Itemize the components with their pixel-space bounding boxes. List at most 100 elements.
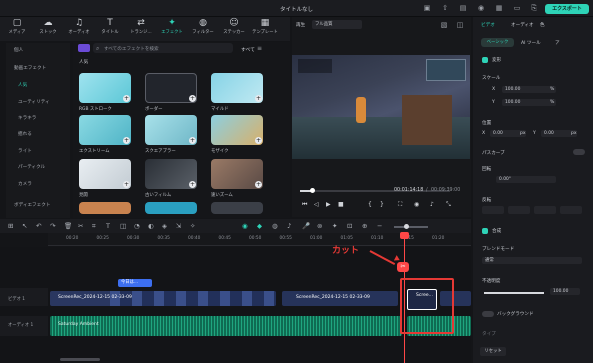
image-icon[interactable]: ▧ <box>440 21 448 29</box>
zoom-out-icon[interactable]: − <box>377 222 382 230</box>
zoom-slider-handle[interactable] <box>404 224 409 229</box>
toolbar-item-4[interactable]: T タイトル <box>97 18 123 40</box>
add-effect-icon[interactable]: + <box>255 137 262 144</box>
add-effect-icon[interactable]: + <box>123 137 130 144</box>
audio-clip[interactable]: Saturday Ambient <box>50 316 402 336</box>
effect-card-partial[interactable] <box>79 202 131 214</box>
subtab-ai-tools[interactable]: AI ツール <box>521 40 541 46</box>
color-icon[interactable]: ◐ <box>148 222 154 230</box>
zoom-slider[interactable] <box>394 226 428 228</box>
toolbar-item-3[interactable]: ♫ オーディオ <box>66 18 92 40</box>
scale-y-field[interactable]: 100.00 <box>502 99 556 106</box>
sidebar-item-shake[interactable]: 揺れる <box>18 131 32 137</box>
grid-icon[interactable]: ▦ <box>495 4 503 12</box>
undo-icon[interactable]: ↶ <box>36 222 41 230</box>
quality-select[interactable]: フル品質 <box>312 20 362 29</box>
sidebar-item-utility[interactable]: ユーティリティ <box>18 99 50 105</box>
play-back-icon[interactable]: ◁ <box>314 201 319 208</box>
monitor-icon[interactable]: ▭ <box>513 4 521 12</box>
account-icon[interactable]: ◉ <box>477 4 485 12</box>
playhead-handle[interactable] <box>400 232 409 239</box>
mark-in-icon[interactable]: { <box>368 201 372 208</box>
ai-icon[interactable]: ✧ <box>190 222 195 230</box>
add-effect-icon[interactable]: + <box>189 137 196 144</box>
toolbar-item-1[interactable]: ▢ メディア <box>4 18 30 40</box>
keyframe-icon[interactable]: ◆ <box>257 222 262 230</box>
reset-button[interactable]: リセット <box>480 347 506 356</box>
tab-color[interactable]: 色 <box>540 22 545 28</box>
toolbar-item-2[interactable]: ☁ ストック <box>35 18 61 40</box>
rotate-right-button[interactable] <box>560 206 582 214</box>
sidebar-item-popular[interactable]: 人気 <box>18 82 27 88</box>
background-toggle[interactable] <box>482 311 494 317</box>
export-button[interactable]: エクスポート <box>545 4 589 14</box>
effect-card-partial[interactable] <box>145 202 197 214</box>
subtab-more[interactable]: ア <box>555 40 560 46</box>
scale-x-field[interactable]: 100.00 <box>502 86 556 93</box>
resize-icon[interactable]: ⤡ <box>446 201 451 209</box>
blend-mode-select[interactable]: 通常 <box>482 257 582 264</box>
toolbar-item-9[interactable]: ▦ テンプレート <box>252 18 278 40</box>
ai-effect-icon[interactable] <box>78 44 90 52</box>
mic-icon[interactable]: 🎤 <box>302 222 310 230</box>
effect-icon[interactable]: ✦ <box>332 222 337 230</box>
delete-icon[interactable]: 🗑 <box>64 222 72 230</box>
flip-horizontal-button[interactable] <box>482 206 504 214</box>
toolbar-item-7[interactable]: ◍ フィルター <box>190 18 216 40</box>
opacity-slider[interactable] <box>484 292 544 294</box>
cut-tool-icon[interactable]: ✂ <box>78 222 83 230</box>
snap-icon[interactable]: ◉ <box>242 222 248 230</box>
prev-frame-icon[interactable]: ⏮ <box>302 201 307 209</box>
add-effect-icon[interactable]: + <box>255 95 262 102</box>
rotate-field[interactable]: 0.00° <box>496 176 556 183</box>
transform-checkbox[interactable] <box>482 57 488 63</box>
sidebar-item-light[interactable]: ライト <box>18 148 32 154</box>
gift-icon[interactable]: ▣ <box>423 4 431 12</box>
volume-icon[interactable]: ♪ <box>430 201 434 208</box>
sidebar-item-personal[interactable]: 個人 <box>14 47 23 53</box>
ai-cut-icon[interactable]: ⊕ <box>362 222 367 230</box>
select-icon[interactable]: ↖ <box>22 222 27 230</box>
video-clip-1[interactable]: ScreenRec_2024-12-15 02-33-09 <box>50 291 276 306</box>
fullscreen-icon[interactable]: ⛶ <box>398 201 402 209</box>
opacity-field[interactable]: 100.00 <box>550 288 580 295</box>
filter-dropdown[interactable]: すべて <box>241 46 255 53</box>
record-icon[interactable]: ⊚ <box>317 222 322 230</box>
timeline-scrollbar[interactable] <box>60 358 100 361</box>
text-icon[interactable]: T <box>106 222 110 230</box>
layout-icon[interactable]: ⊞ <box>8 222 13 230</box>
video-clip-2[interactable]: ScreenRec_2024-12-15 02-33-09 <box>282 291 398 306</box>
sidebar-item-camera[interactable]: カメラ <box>18 181 32 187</box>
speed-icon[interactable]: ◔ <box>134 222 140 230</box>
detach-icon[interactable]: ⇲ <box>176 222 181 230</box>
sidebar-item-body-effects[interactable]: ボディエフェクト <box>14 202 50 208</box>
add-effect-icon[interactable]: + <box>189 181 196 188</box>
subtab-basic[interactable]: ベーシック <box>481 38 514 47</box>
sidebar-item-particle[interactable]: パーティクル <box>18 164 45 170</box>
compose-checkbox[interactable] <box>482 228 488 234</box>
toolbar-item-6[interactable]: ✦ エフェクト <box>159 18 185 40</box>
cut-icon[interactable]: ✂ <box>397 262 409 272</box>
flip-vertical-button[interactable] <box>508 206 530 214</box>
mask-icon[interactable]: ◈ <box>162 222 167 230</box>
upload-icon[interactable]: ⇧ <box>441 4 449 12</box>
mark-out-icon[interactable]: } <box>380 201 384 208</box>
play-icon[interactable]: ▶ <box>326 201 331 208</box>
marker-icon[interactable]: ◍ <box>272 222 278 230</box>
effect-card-partial[interactable] <box>211 202 263 214</box>
toolbar-item-8[interactable]: ☺ ステッカー <box>221 18 247 40</box>
title-clip[interactable]: 今日は... <box>118 279 152 287</box>
seek-handle[interactable] <box>310 188 315 193</box>
stop-icon[interactable]: ■ <box>338 201 344 208</box>
camera-icon[interactable]: ◉ <box>414 201 419 208</box>
add-effect-icon[interactable]: + <box>123 181 130 188</box>
split-icon[interactable]: ◫ <box>120 222 126 230</box>
toolbar-item-5[interactable]: ⇄ トランジ… <box>128 18 154 40</box>
add-effect-icon[interactable]: + <box>123 95 130 102</box>
cc-icon[interactable]: ⊡ <box>347 222 352 230</box>
voice-icon[interactable]: ♪ <box>287 222 291 230</box>
rotate-left-button[interactable] <box>534 206 556 214</box>
filter-icon[interactable]: ≡ <box>257 45 262 52</box>
snapshot-icon[interactable]: ◫ <box>456 21 464 29</box>
tab-video[interactable]: ビデオ <box>481 22 495 28</box>
